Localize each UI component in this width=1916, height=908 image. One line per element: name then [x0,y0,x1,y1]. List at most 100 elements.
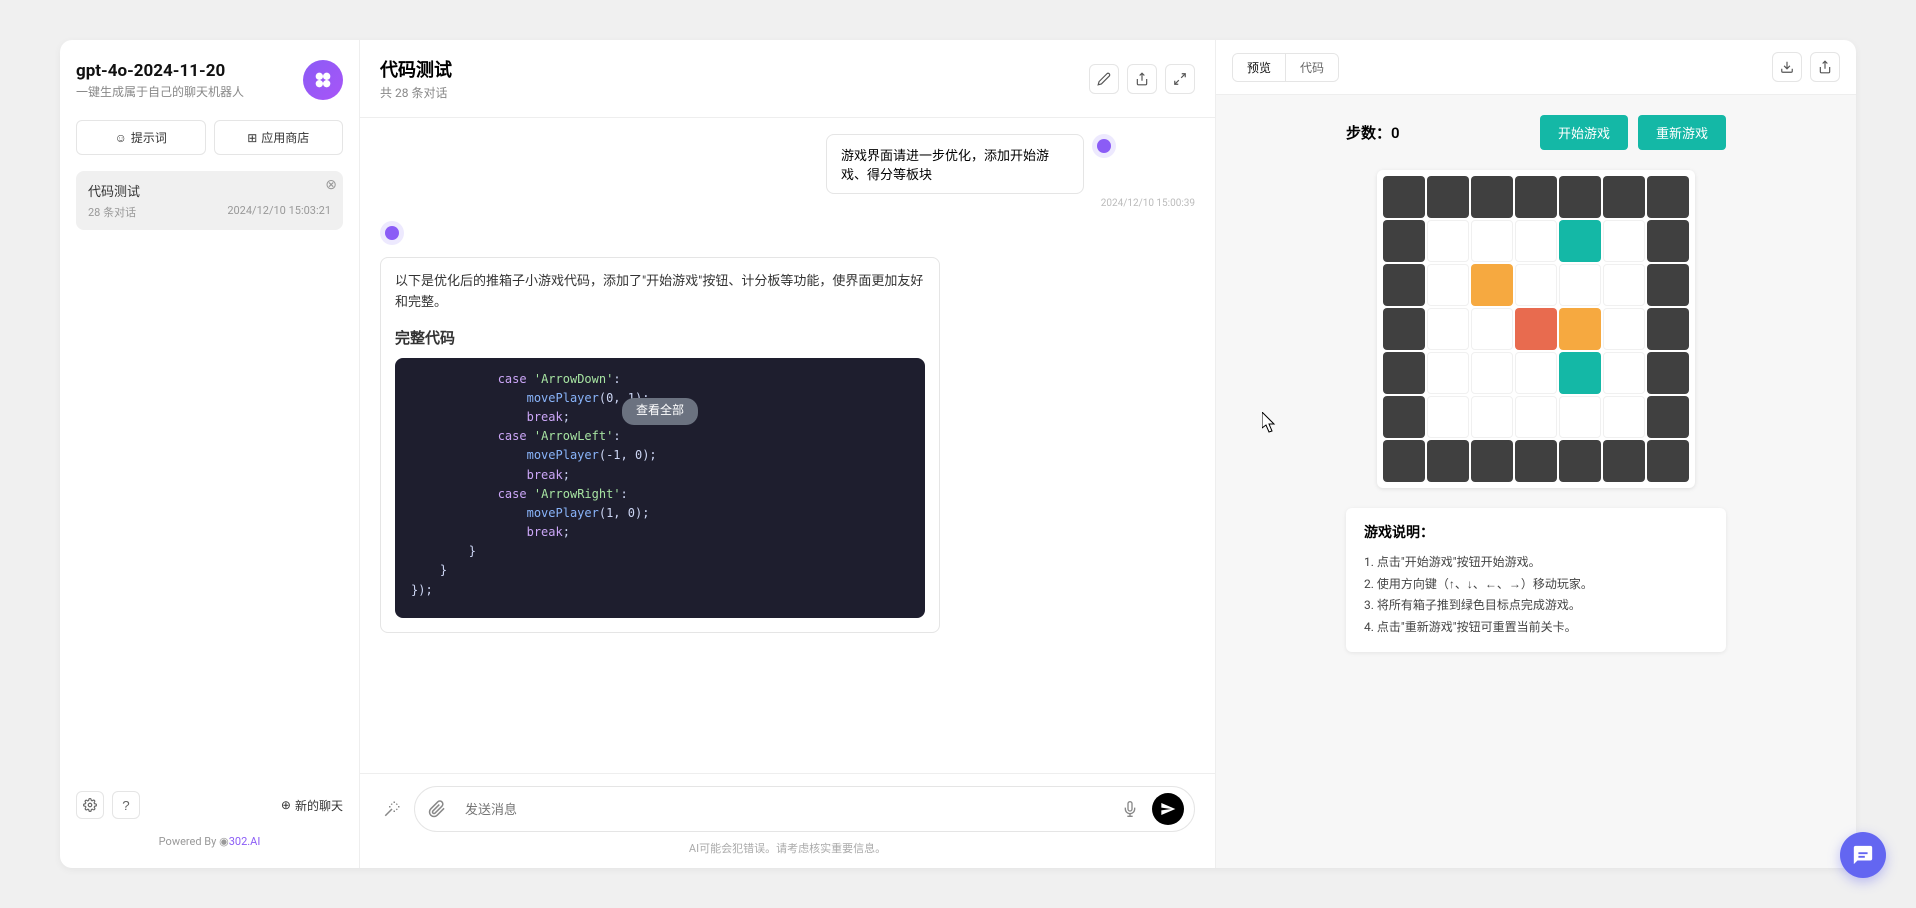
help-button[interactable]: ? [112,791,140,819]
game-cell-floor [1427,264,1469,306]
game-cell-wall [1647,308,1689,350]
game-cell-wall [1647,352,1689,394]
game-cell-wall [1471,440,1513,482]
store-button[interactable]: ⊞ 应用商店 [214,120,344,155]
game-cell-floor [1471,308,1513,350]
mic-icon[interactable] [1118,797,1142,821]
game-cell-floor [1515,220,1557,262]
pencil-icon [1097,72,1111,86]
new-chat-label: 新的聊天 [295,797,343,814]
game-cell-wall [1471,176,1513,218]
conversation-item[interactable]: ⊗ 代码测试 28 条对话 2024/12/10 15:03:21 [76,171,343,230]
chat-subtitle: 共 28 条对话 [380,84,452,101]
game-cell-wall [1383,440,1425,482]
powered-by: Powered By ◉302.AI [76,835,343,848]
share-button[interactable] [1127,64,1157,94]
game-board[interactable] [1377,170,1695,488]
game-cell-wall [1559,176,1601,218]
download-icon [1780,60,1794,74]
game-cell-target [1559,220,1601,262]
prompt-button[interactable]: ☺ 提示词 [76,120,206,155]
code-block: 查看全部 case 'ArrowDown': movePlayer(0, 1);… [395,358,925,618]
user-message: 游戏界面请进一步优化，添加开始游戏、得分等板块 [826,134,1084,194]
assistant-message: 以下是优化后的推箱子小游戏代码，添加了"开始游戏"按钮、计分板等功能，使界面更加… [380,257,940,633]
instruction-item: 将所有箱子推到绿色目标点完成游戏。 [1364,595,1708,617]
magic-icon[interactable] [380,797,404,821]
chat-fab-button[interactable] [1840,832,1886,878]
model-title: gpt-4o-2024-11-20 [76,61,291,81]
assistant-avatar-icon [1092,134,1116,158]
game-cell-box [1559,308,1601,350]
send-icon [1160,801,1176,817]
game-cell-floor [1603,396,1645,438]
expand-icon [1173,72,1187,86]
game-cell-wall [1427,440,1469,482]
settings-button[interactable] [76,791,104,819]
game-cell-wall [1383,264,1425,306]
game-cell-wall [1647,264,1689,306]
download-button[interactable] [1772,52,1802,82]
app-logo-icon [303,60,343,100]
game-cell-wall [1559,440,1601,482]
share-icon [1135,72,1149,86]
game-cell-floor [1515,264,1557,306]
chat-title: 代码测试 [380,56,452,82]
attachment-icon[interactable] [425,797,449,821]
game-cell-wall [1383,396,1425,438]
game-cell-target [1559,352,1601,394]
game-cell-floor [1603,308,1645,350]
game-cell-player [1515,308,1557,350]
instructions-title: 游戏说明： [1364,522,1708,542]
steps-label: 步数：0 [1346,122,1400,143]
game-cell-box [1471,264,1513,306]
tab-code[interactable]: 代码 [1286,54,1338,81]
game-cell-wall [1383,220,1425,262]
chat-icon [1852,844,1874,866]
game-cell-floor [1515,396,1557,438]
preview-body: 步数：0 开始游戏 重新游戏 游戏说明： 点击"开始游戏"按钮开始游戏。 使用方… [1216,95,1856,868]
brand-icon: ◉ [219,835,229,848]
game-cell-wall [1383,176,1425,218]
conversation-title: 代码测试 [88,181,331,200]
chat-header: 代码测试 共 28 条对话 [360,40,1215,118]
game-cell-wall [1515,440,1557,482]
disclaimer: AI可能会犯错误。请考虑核实重要信息。 [380,840,1195,856]
tab-preview[interactable]: 预览 [1233,54,1286,81]
new-chat-button[interactable]: ⊕ 新的聊天 [281,797,343,814]
message-input[interactable] [459,796,1108,823]
message-time: 2024/12/10 15:00:39 [1101,198,1195,209]
game-cell-floor [1427,396,1469,438]
edit-button[interactable] [1089,64,1119,94]
plus-icon: ⊕ [281,798,291,812]
game-cell-floor [1559,396,1601,438]
instruction-item: 点击"重新游戏"按钮可重置当前关卡。 [1364,617,1708,639]
expand-button[interactable] [1165,64,1195,94]
instruction-item: 使用方向键（↑、↓、←、→）移动玩家。 [1364,574,1708,596]
game-cell-floor [1603,352,1645,394]
preview-panel: 预览 代码 步数：0 开始 [1216,40,1856,868]
mask-icon: ☺ [115,131,127,145]
game-cell-floor [1471,220,1513,262]
store-label: 应用商店 [261,129,309,146]
prompt-label: 提示词 [131,129,167,146]
restart-game-button[interactable]: 重新游戏 [1638,115,1726,150]
game-cell-floor [1427,352,1469,394]
close-icon[interactable]: ⊗ [325,177,337,193]
send-button[interactable] [1152,793,1184,825]
game-cell-wall [1647,220,1689,262]
game-cell-wall [1515,176,1557,218]
game-cell-wall [1647,440,1689,482]
share-icon [1818,60,1832,74]
game-cell-floor [1471,352,1513,394]
game-cell-floor [1559,264,1601,306]
preview-share-button[interactable] [1810,52,1840,82]
game-cell-floor [1603,264,1645,306]
game-cell-floor [1471,396,1513,438]
code-heading: 完整代码 [395,326,925,350]
start-game-button[interactable]: 开始游戏 [1540,115,1628,150]
game-cell-floor [1515,352,1557,394]
game-cell-wall [1647,176,1689,218]
assistant-intro: 以下是优化后的推箱子小游戏代码，添加了"开始游戏"按钮、计分板等功能，使界面更加… [395,272,925,314]
grid-icon: ⊞ [247,131,257,145]
view-all-button[interactable]: 查看全部 [622,398,698,425]
